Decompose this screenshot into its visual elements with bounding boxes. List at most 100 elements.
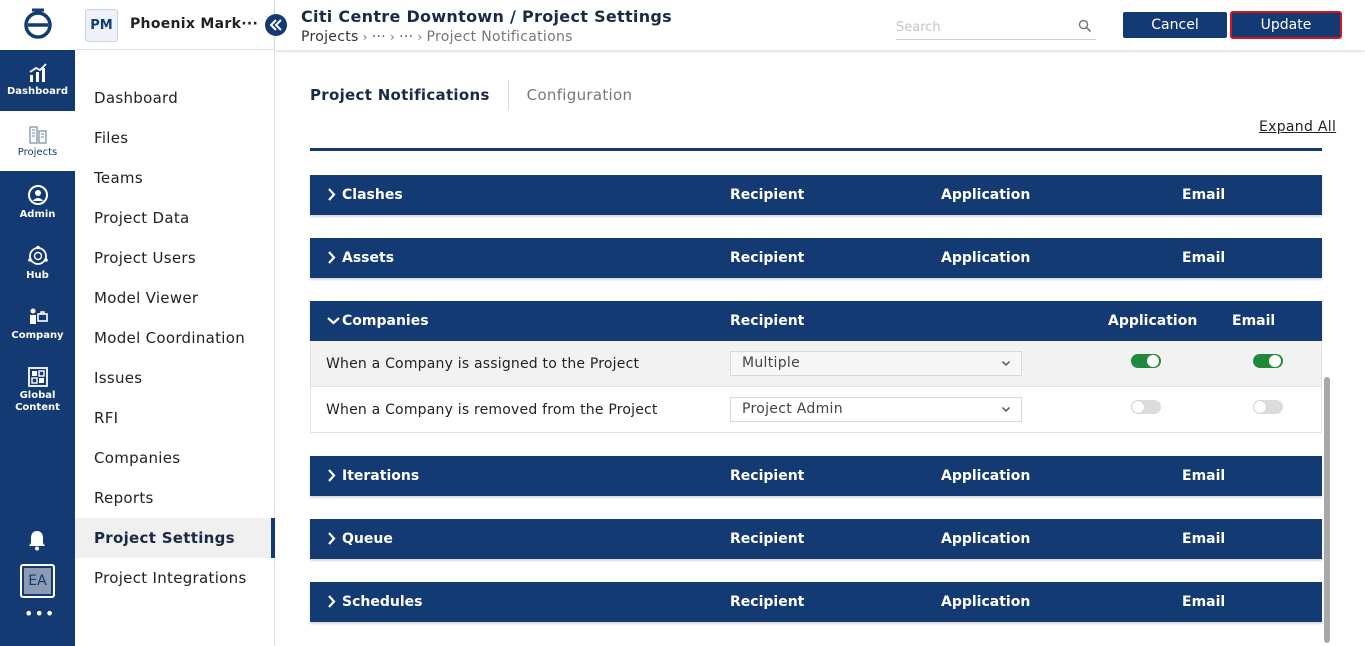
application-toggle[interactable] — [1131, 400, 1161, 414]
column-recipient: Recipient — [730, 250, 805, 266]
toggle-knob — [1254, 401, 1266, 413]
column-email: Email — [1232, 313, 1276, 329]
notifications-button[interactable] — [26, 529, 48, 555]
rail-item-dashboard[interactable]: Dashboard — [0, 50, 75, 110]
rail-label: Hub — [26, 269, 49, 281]
sidebar-item-project-users[interactable]: Project Users — [75, 238, 275, 278]
sidebar-item-project-integrations[interactable]: Project Integrations — [75, 558, 275, 598]
divider — [310, 148, 1322, 151]
toggle-knob — [1132, 401, 1144, 413]
project-badge: PM — [85, 9, 118, 42]
rail-item-global-content[interactable]: Global Content — [0, 355, 75, 425]
sidebar-item-model-coordination[interactable]: Model Coordination — [75, 318, 275, 358]
rail-item-company[interactable]: Company — [0, 294, 75, 354]
column-application: Application — [941, 187, 1031, 203]
section-title: Queue — [342, 531, 393, 547]
column-recipient: Recipient — [730, 187, 805, 203]
column-recipient: Recipient — [730, 313, 805, 329]
search-icon[interactable] — [1078, 19, 1092, 33]
table-row: When a Company is assigned to the Projec… — [310, 341, 1322, 387]
more-button[interactable]: ••• — [24, 604, 55, 623]
section-assets: Assets Recipient Application Email — [310, 238, 1322, 278]
project-nav: Dashboard Files Teams Project Data Proje… — [75, 78, 275, 598]
rail-item-projects[interactable]: Projects — [0, 111, 75, 171]
page-title: Citi Centre Downtown / Project Settings — [301, 7, 672, 26]
scrollbar[interactable] — [1324, 377, 1330, 643]
email-toggle[interactable] — [1253, 354, 1283, 368]
chevron-right-icon: › — [417, 30, 423, 44]
breadcrumb-projects[interactable]: Projects — [301, 29, 359, 45]
row-label: When a Company is removed from the Proje… — [326, 402, 658, 418]
rail-label: Admin — [19, 208, 56, 220]
email-toggle[interactable] — [1253, 400, 1283, 414]
tab-project-notifications[interactable]: Project Notifications — [310, 80, 509, 110]
sidebar-item-companies[interactable]: Companies — [75, 438, 275, 478]
sidebar-item-project-data[interactable]: Project Data — [75, 198, 275, 238]
column-email: Email — [1182, 594, 1226, 610]
update-button[interactable]: Update — [1230, 11, 1342, 39]
chevron-right-icon: › — [389, 30, 396, 44]
project-sidebar: PM Phoenix Mark··· Dashboard Files Teams… — [75, 0, 275, 646]
section-header[interactable]: Companies Recipient Application Email — [310, 301, 1322, 341]
section-title: Companies — [342, 313, 429, 329]
project-name: Phoenix Mark··· — [130, 16, 259, 32]
column-recipient: Recipient — [730, 594, 805, 610]
chevron-down-icon — [1001, 406, 1011, 413]
breadcrumb-current: Project Notifications — [426, 29, 573, 45]
tab-configuration[interactable]: Configuration — [509, 86, 651, 104]
project-switcher[interactable]: PM Phoenix Mark··· — [75, 0, 275, 50]
rail-item-hub[interactable]: Hub — [0, 233, 75, 293]
grid-content-icon — [27, 366, 48, 387]
chevron-right-icon — [328, 469, 336, 482]
recipient-select[interactable]: Multiple — [730, 351, 1022, 376]
section-title: Schedules — [342, 594, 423, 610]
column-recipient: Recipient — [730, 531, 805, 547]
sidebar-item-issues[interactable]: Issues — [75, 358, 275, 398]
breadcrumb-ellipsis[interactable]: ··· — [399, 29, 413, 45]
section-schedules: Schedules Recipient Application Email — [310, 582, 1322, 622]
sidebar-item-model-viewer[interactable]: Model Viewer — [75, 278, 275, 318]
collapse-sidebar-button[interactable] — [265, 14, 287, 36]
sidebar-item-teams[interactable]: Teams — [75, 158, 275, 198]
user-circle-icon — [27, 184, 48, 205]
toggle-knob — [1147, 355, 1159, 367]
recipient-select[interactable]: Project Admin — [730, 397, 1022, 422]
app-rail: Dashboard Projects Admin Hub Company Glo… — [0, 0, 75, 646]
expand-all-link[interactable]: Expand All — [1259, 119, 1336, 135]
logo-icon — [23, 8, 52, 39]
globe-hub-icon — [27, 245, 48, 265]
column-email: Email — [1182, 468, 1226, 484]
main-content: Project Notifications Configuration Expa… — [275, 50, 1365, 646]
column-application: Application — [941, 531, 1031, 547]
application-toggle[interactable] — [1131, 354, 1161, 368]
rail-item-admin[interactable]: Admin — [0, 172, 75, 232]
section-header[interactable]: Iterations Recipient Application Email — [310, 456, 1322, 496]
section-header[interactable]: Schedules Recipient Application Email — [310, 582, 1322, 622]
sidebar-item-reports[interactable]: Reports — [75, 478, 275, 518]
section-header[interactable]: Queue Recipient Application Email — [310, 519, 1322, 559]
column-application: Application — [1108, 313, 1198, 329]
column-email: Email — [1182, 250, 1226, 266]
section-title: Iterations — [342, 468, 420, 484]
user-avatar[interactable]: EA — [20, 564, 55, 598]
column-email: Email — [1182, 531, 1226, 547]
rail-label: Company — [11, 329, 64, 341]
section-header[interactable]: Clashes Recipient Application Email — [310, 175, 1322, 215]
breadcrumb-ellipsis[interactable]: ··· — [372, 29, 386, 45]
section-queue: Queue Recipient Application Email — [310, 519, 1322, 559]
chevron-down-icon — [327, 317, 340, 325]
table-row: When a Company is removed from the Proje… — [310, 387, 1322, 433]
chevron-right-icon — [328, 595, 336, 608]
app-logo[interactable] — [0, 0, 75, 50]
section-header[interactable]: Assets Recipient Application Email — [310, 238, 1322, 278]
sidebar-item-dashboard[interactable]: Dashboard — [75, 78, 275, 118]
chart-icon — [29, 62, 47, 82]
sidebar-item-files[interactable]: Files — [75, 118, 275, 158]
search-input[interactable] — [896, 16, 1066, 39]
sidebar-item-rfi[interactable]: RFI — [75, 398, 275, 438]
company-people-icon — [29, 308, 48, 324]
row-label: When a Company is assigned to the Projec… — [326, 356, 640, 372]
sidebar-item-project-settings[interactable]: Project Settings — [75, 518, 275, 558]
rail-label: Dashboard — [7, 85, 68, 97]
cancel-button[interactable]: Cancel — [1123, 12, 1227, 38]
